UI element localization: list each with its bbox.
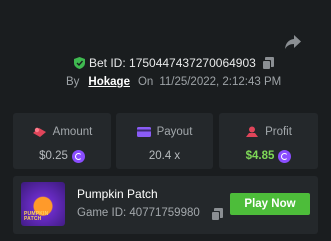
game-thumbnail[interactable]: PUMPKIN PATCH bbox=[21, 182, 65, 226]
amount-label: Amount bbox=[52, 126, 93, 138]
coin-icon bbox=[278, 149, 292, 163]
payout-value: 20.4 x bbox=[148, 150, 181, 162]
amount-value: $0.25 bbox=[39, 150, 68, 162]
profit-icon bbox=[246, 126, 259, 137]
game-title: Pumpkin Patch bbox=[77, 187, 158, 201]
amount-icon bbox=[32, 127, 46, 137]
profit-label: Profit bbox=[265, 126, 292, 138]
game-card: PUMPKIN PATCH Pumpkin Patch Game ID: 407… bbox=[13, 176, 318, 234]
amount-card: Amount $0.25 bbox=[13, 113, 111, 169]
game-thumbnail-logo: PUMPKIN PATCH bbox=[24, 211, 49, 222]
share-icon[interactable] bbox=[284, 34, 302, 50]
payout-card: Payout 20.4 x bbox=[116, 113, 213, 169]
profit-card: Profit $4.85 bbox=[219, 113, 318, 169]
by-label: By bbox=[66, 76, 80, 88]
bet-date: 11/25/2022, 2:12:43 PM bbox=[159, 76, 282, 88]
bet-id-row: Bet ID: 1750447437270064903 bbox=[74, 56, 274, 70]
payout-label: Payout bbox=[156, 126, 193, 138]
coin-icon bbox=[71, 149, 85, 163]
play-now-button[interactable]: Play Now bbox=[230, 193, 310, 215]
payout-card-icon bbox=[136, 127, 151, 137]
game-id: Game ID: 40771759980 bbox=[77, 207, 200, 219]
on-label: On bbox=[137, 76, 154, 88]
copy-icon[interactable] bbox=[261, 56, 274, 70]
profit-value: $4.85 bbox=[245, 150, 275, 162]
shield-check-icon bbox=[74, 57, 85, 69]
bet-id: Bet ID: 1750447437270064903 bbox=[89, 56, 256, 70]
copy-icon[interactable] bbox=[211, 208, 223, 221]
bet-meta: By Hokage On 11/25/2022, 2:12:43 PM bbox=[66, 76, 281, 88]
user-link[interactable]: Hokage bbox=[88, 76, 130, 88]
